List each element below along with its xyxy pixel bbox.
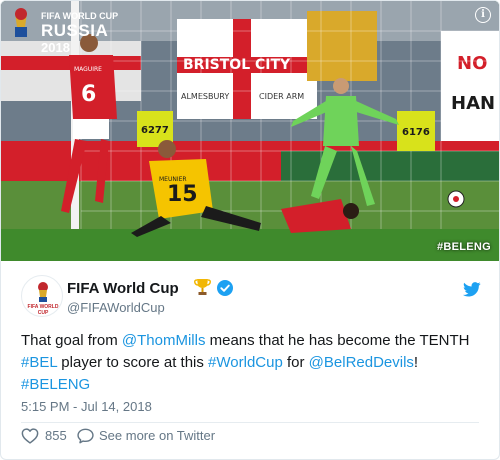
wc-trophy-icon [38, 282, 48, 302]
embedded-tweet: BRISTOL CITY ALMESBURY CIDER ARM NO HAN [0, 0, 500, 460]
banner-text: NO [457, 53, 487, 74]
see-more-link[interactable]: See more on Twitter [99, 428, 215, 443]
jersey-number: 6 [81, 82, 96, 107]
tweet-timestamp[interactable]: 5:15 PM - Jul 14, 2018 [21, 399, 152, 414]
tweet-text-part: That goal from [21, 332, 122, 349]
banner-text: BRISTOL CITY [183, 57, 291, 73]
jersey-name: MAGUIRE [74, 66, 102, 73]
watermark-line: FIFA WORLD CUP [41, 11, 119, 21]
author-name[interactable]: FIFA World Cup [67, 280, 179, 297]
like-count[interactable]: 855 [45, 428, 67, 443]
tweet-text-part: player to score at this [57, 354, 209, 371]
hashtag-link[interactable]: #WorldCup [208, 354, 283, 371]
verified-icon [217, 280, 233, 296]
tweet-text-part: ! [413, 354, 419, 371]
banner-text: HAN [451, 93, 495, 114]
steward-number: 6277 [141, 125, 169, 136]
steward-number: 6176 [402, 127, 430, 138]
trophy-icon [194, 279, 211, 295]
watermark-line: RUSSIA [41, 21, 109, 40]
banner-text: ALMESBURY [181, 92, 229, 101]
mention-link[interactable]: @BelRedDevils [309, 354, 414, 371]
mention-link[interactable]: @ThomMills [122, 332, 206, 349]
tweet-text-part: means that he has become the TENTH [205, 332, 470, 349]
tweet-text: That goal from @ThomMills means that he … [21, 330, 481, 396]
heart-icon[interactable] [21, 428, 39, 444]
banner-text: CIDER ARM [259, 92, 304, 101]
jersey-name: MEUNIER [159, 176, 187, 183]
divider [21, 422, 479, 423]
watermark-line: 2018 [41, 40, 70, 55]
tweet-header: FIFA WORLD CUP FIFA World Cup @FIFAWorld… [21, 275, 481, 323]
hashtag-link[interactable]: #BEL [21, 354, 57, 371]
avatar-caption: FIFA WORLD CUP [27, 304, 59, 316]
hashtag-link[interactable]: #BELENG [21, 376, 90, 393]
jersey-number: 15 [167, 182, 198, 207]
media-hashtag: #BELENG [436, 241, 491, 253]
twitter-bird-icon[interactable] [463, 282, 481, 297]
tweet-text-part: for [282, 354, 309, 371]
avatar[interactable]: FIFA WORLD CUP [21, 275, 63, 317]
info-icon[interactable]: i [475, 7, 491, 23]
author-handle[interactable]: @FIFAWorldCup [67, 300, 165, 315]
reply-bubble-icon[interactable] [77, 428, 94, 444]
tweet-media-photo[interactable]: BRISTOL CITY ALMESBURY CIDER ARM NO HAN [1, 1, 499, 261]
